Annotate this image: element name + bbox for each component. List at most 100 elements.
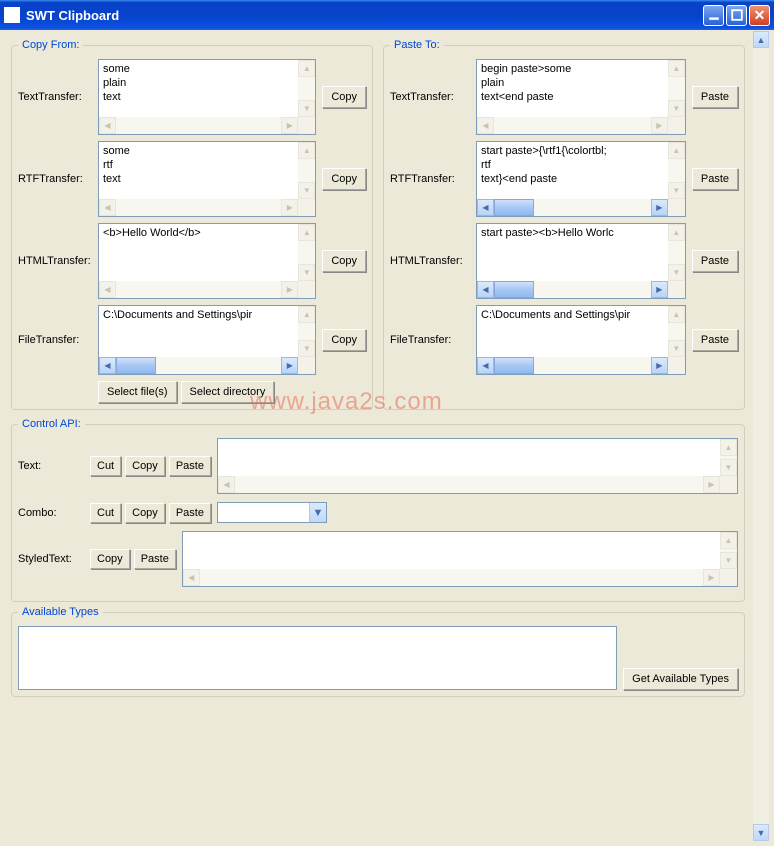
scroll-up-icon[interactable]: ▲ [668, 142, 685, 159]
paste-rtf-button[interactable]: Paste [692, 168, 738, 190]
scroll-up-icon[interactable]: ▲ [298, 142, 315, 159]
scroll-up-icon[interactable]: ▲ [668, 60, 685, 77]
scroll-left-icon[interactable]: ◀ [477, 281, 494, 298]
scroll-left-icon[interactable]: ◀ [99, 281, 116, 298]
scroll-thumb[interactable] [494, 281, 534, 298]
available-types-legend: Available Types [18, 606, 103, 618]
scroll-left-icon[interactable]: ◀ [99, 199, 116, 216]
scroll-thumb[interactable] [494, 357, 534, 374]
scroll-down-icon[interactable]: ▼ [668, 182, 685, 199]
paste-text-label: TextTransfer: [390, 91, 476, 103]
chevron-down-icon[interactable]: ▼ [309, 503, 326, 522]
scroll-right-icon[interactable]: ▶ [281, 199, 298, 216]
ctl-text-input[interactable]: ▲ ▼ ◀ ▶ [217, 438, 738, 494]
paste-text-input[interactable]: begin paste>some plain text<end paste ▲▼… [476, 59, 686, 135]
ctl-text-cut-button[interactable]: Cut [90, 456, 121, 476]
app-icon [4, 7, 20, 23]
select-files-button[interactable]: Select file(s) [98, 381, 177, 403]
ctl-text-copy-button[interactable]: Copy [125, 456, 165, 476]
paste-html-input[interactable]: start paste><b>Hello Worlc ▲▼ ◀▶ [476, 223, 686, 299]
scroll-left-icon[interactable]: ◀ [477, 199, 494, 216]
scroll-right-icon[interactable]: ▶ [281, 281, 298, 298]
scroll-left-icon[interactable]: ◀ [477, 357, 494, 374]
rtf-transfer-label: RTFTransfer: [18, 173, 98, 185]
copy-html-button[interactable]: Copy [322, 250, 366, 272]
copy-text-button[interactable]: Copy [322, 86, 366, 108]
paste-rtf-label: RTFTransfer: [390, 173, 476, 185]
scroll-up-icon[interactable]: ▲ [668, 224, 685, 241]
paste-to-legend: Paste To: [390, 39, 444, 51]
scroll-left-icon[interactable]: ◀ [183, 569, 200, 586]
minimize-button[interactable] [703, 5, 724, 26]
titlebar[interactable]: SWT Clipboard ✕ [0, 0, 774, 30]
scroll-left-icon[interactable]: ◀ [99, 357, 116, 374]
scroll-up-icon[interactable]: ▲ [298, 224, 315, 241]
window-title: SWT Clipboard [26, 8, 703, 23]
scroll-right-icon[interactable]: ▶ [703, 569, 720, 586]
control-api-group: Control API: Text: Cut Copy Paste ▲ ▼ ◀ ▶ [11, 418, 745, 602]
ctl-combo-input[interactable]: ▼ [217, 502, 327, 523]
ctl-styled-label: StyledText: [18, 553, 90, 565]
available-types-list[interactable] [18, 626, 617, 690]
available-types-group: Available Types Get Available Types [11, 606, 745, 697]
file-transfer-input[interactable]: C:\Documents and Settings\pir ▲▼ ◀▶ [98, 305, 316, 375]
window-vertical-scrollbar[interactable]: ▲ ▼ [752, 31, 769, 841]
paste-file-input[interactable]: C:\Documents and Settings\pir ▲▼ ◀▶ [476, 305, 686, 375]
ctl-combo-copy-button[interactable]: Copy [125, 503, 165, 523]
scroll-down-icon[interactable]: ▼ [298, 264, 315, 281]
scroll-right-icon[interactable]: ▶ [651, 281, 668, 298]
scroll-right-icon[interactable]: ▶ [703, 476, 720, 493]
scroll-up-icon[interactable]: ▲ [298, 60, 315, 77]
scroll-up-icon[interactable]: ▲ [298, 306, 315, 323]
scroll-right-icon[interactable]: ▶ [281, 117, 298, 134]
copy-file-button[interactable]: Copy [322, 329, 366, 351]
control-api-legend: Control API: [18, 418, 85, 430]
scroll-down-icon[interactable]: ▼ [298, 182, 315, 199]
scroll-down-icon[interactable]: ▼ [668, 100, 685, 117]
scroll-down-icon[interactable]: ▼ [298, 340, 315, 357]
ctl-combo-cut-button[interactable]: Cut [90, 503, 121, 523]
rtf-transfer-input[interactable]: some rtf text ▲▼ ◀▶ [98, 141, 316, 217]
ctl-styled-input[interactable]: ▲ ▼ ◀ ▶ [182, 531, 738, 587]
scroll-left-icon[interactable]: ◀ [477, 117, 494, 134]
maximize-button[interactable] [726, 5, 747, 26]
text-transfer-input[interactable]: some plain text ▲▼ ◀▶ [98, 59, 316, 135]
scroll-left-icon[interactable]: ◀ [218, 476, 235, 493]
scroll-up-icon[interactable]: ▲ [720, 439, 737, 456]
scroll-thumb[interactable] [494, 199, 534, 216]
paste-text-button[interactable]: Paste [692, 86, 738, 108]
ctl-styled-paste-button[interactable]: Paste [134, 549, 176, 569]
scroll-right-icon[interactable]: ▶ [651, 357, 668, 374]
get-available-types-button[interactable]: Get Available Types [623, 668, 738, 690]
copy-from-legend: Copy From: [18, 39, 83, 51]
close-button[interactable]: ✕ [749, 5, 770, 26]
scroll-down-icon[interactable]: ▼ [668, 264, 685, 281]
paste-rtf-input[interactable]: start paste>{\rtf1{\colortbl; rtf text}<… [476, 141, 686, 217]
scroll-right-icon[interactable]: ▶ [281, 357, 298, 374]
ctl-combo-paste-button[interactable]: Paste [169, 503, 211, 523]
copy-rtf-button[interactable]: Copy [322, 168, 366, 190]
scroll-thumb[interactable] [116, 357, 156, 374]
paste-to-group: Paste To: TextTransfer: begin paste>some… [383, 39, 745, 410]
scroll-down-icon[interactable]: ▼ [668, 340, 685, 357]
scroll-up-icon[interactable]: ▲ [753, 31, 769, 48]
scroll-left-icon[interactable]: ◀ [99, 117, 116, 134]
scroll-right-icon[interactable]: ▶ [651, 117, 668, 134]
scroll-right-icon[interactable]: ▶ [651, 199, 668, 216]
html-transfer-input[interactable]: <b>Hello World</b> ▲▼ ◀▶ [98, 223, 316, 299]
paste-html-button[interactable]: Paste [692, 250, 738, 272]
text-transfer-label: TextTransfer: [18, 91, 98, 103]
paste-file-button[interactable]: Paste [692, 329, 738, 351]
paste-html-label: HTMLTransfer: [390, 255, 476, 267]
ctl-text-label: Text: [18, 460, 90, 472]
ctl-styled-copy-button[interactable]: Copy [90, 549, 130, 569]
scroll-up-icon[interactable]: ▲ [668, 306, 685, 323]
scroll-down-icon[interactable]: ▼ [720, 552, 737, 569]
scroll-down-icon[interactable]: ▼ [753, 824, 769, 841]
file-transfer-label: FileTransfer: [18, 334, 98, 346]
ctl-text-paste-button[interactable]: Paste [169, 456, 211, 476]
scroll-down-icon[interactable]: ▼ [720, 459, 737, 476]
scroll-down-icon[interactable]: ▼ [298, 100, 315, 117]
select-directory-button[interactable]: Select directory [181, 381, 275, 403]
scroll-up-icon[interactable]: ▲ [720, 532, 737, 549]
